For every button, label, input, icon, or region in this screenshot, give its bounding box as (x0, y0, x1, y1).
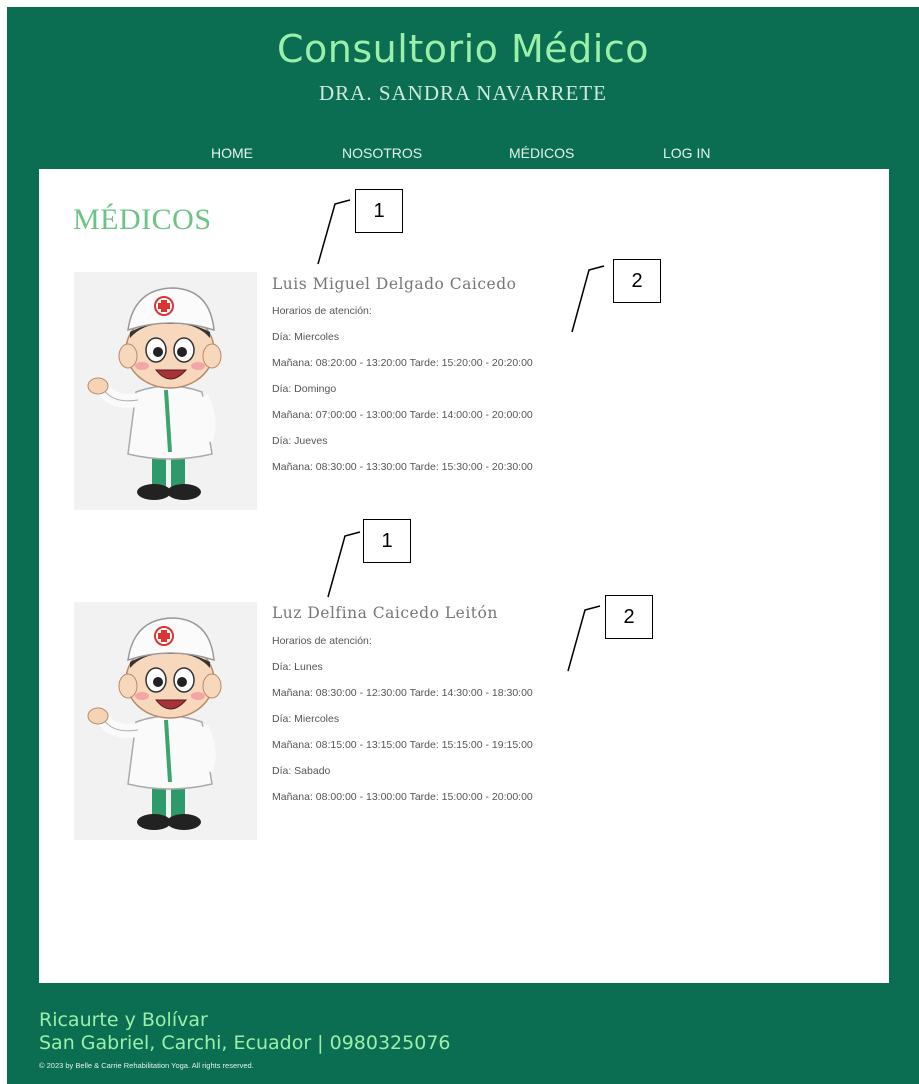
schedule-hours: Mañana: 08:20:00 - 13:20:00 Tarde: 15:20… (272, 357, 533, 369)
doctor-photo (74, 602, 257, 840)
doctor-photo (74, 272, 257, 510)
cartoon-doctor-icon (74, 272, 257, 510)
schedule-day: Día: Miercoles (272, 713, 340, 725)
nav-medicos[interactable]: MÉDICOS (509, 145, 574, 161)
annotation-callout-1: 1 (355, 189, 403, 233)
footer-copyright: © 2023 by Belle & Carrie Rehabilitation … (39, 1061, 254, 1070)
schedule-day: Día: Domingo (272, 383, 337, 395)
schedule-hours: Mañana: 07:00:00 - 13:00:00 Tarde: 14:00… (272, 409, 533, 421)
schedule-label: Horarios de atención: (272, 635, 372, 647)
site-subtitle: DRA. SANDRA NAVARRETE (318, 81, 608, 105)
site-title: Consultorio Médico (277, 27, 649, 71)
doctor-name: Luis Miguel Delgado Caicedo (272, 275, 517, 293)
annotation-leader-line (327, 531, 361, 598)
annotation-callout-2: 2 (613, 259, 661, 303)
schedule-day: Día: Sabado (272, 765, 331, 777)
annotation-leader-line (571, 265, 605, 333)
main-nav: HOME NOSOTROS MÉDICOS LOG IN (7, 145, 919, 165)
doctor-name: Luz Delfina Caicedo Leitón (272, 604, 498, 622)
schedule-hours: Mañana: 08:30:00 - 13:30:00 Tarde: 15:30… (272, 461, 533, 473)
nav-nosotros[interactable]: NOSOTROS (342, 145, 422, 161)
annotation-leader-line (317, 199, 351, 265)
nav-home[interactable]: HOME (211, 145, 253, 161)
page-background: Consultorio Médico DRA. SANDRA NAVARRETE… (7, 7, 919, 1084)
schedule-day: Día: Jueves (272, 435, 328, 447)
annotation-leader-line (567, 605, 601, 672)
main-content: MÉDICOS Luis Miguel Delgado Caicedo Hora… (39, 169, 889, 983)
section-title: MÉDICOS (73, 203, 212, 236)
schedule-hours: Mañana: 08:00:00 - 13:00:00 Tarde: 15:00… (272, 791, 533, 803)
annotation-callout-1: 1 (363, 519, 411, 563)
footer-address: Ricaurte y Bolívar (39, 1009, 208, 1031)
cartoon-doctor-icon (74, 602, 257, 840)
schedule-label: Horarios de atención: (272, 305, 372, 317)
schedule-day: Día: Miercoles (272, 331, 340, 343)
nav-login[interactable]: LOG IN (663, 145, 710, 161)
schedule-hours: Mañana: 08:30:00 - 12:30:00 Tarde: 14:30… (272, 687, 533, 699)
schedule-hours: Mañana: 08:15:00 - 13:15:00 Tarde: 15:15… (272, 739, 533, 751)
footer-city-phone: San Gabriel, Carchi, Ecuador | 098032507… (39, 1032, 451, 1054)
schedule-day: Día: Lunes (272, 661, 323, 673)
